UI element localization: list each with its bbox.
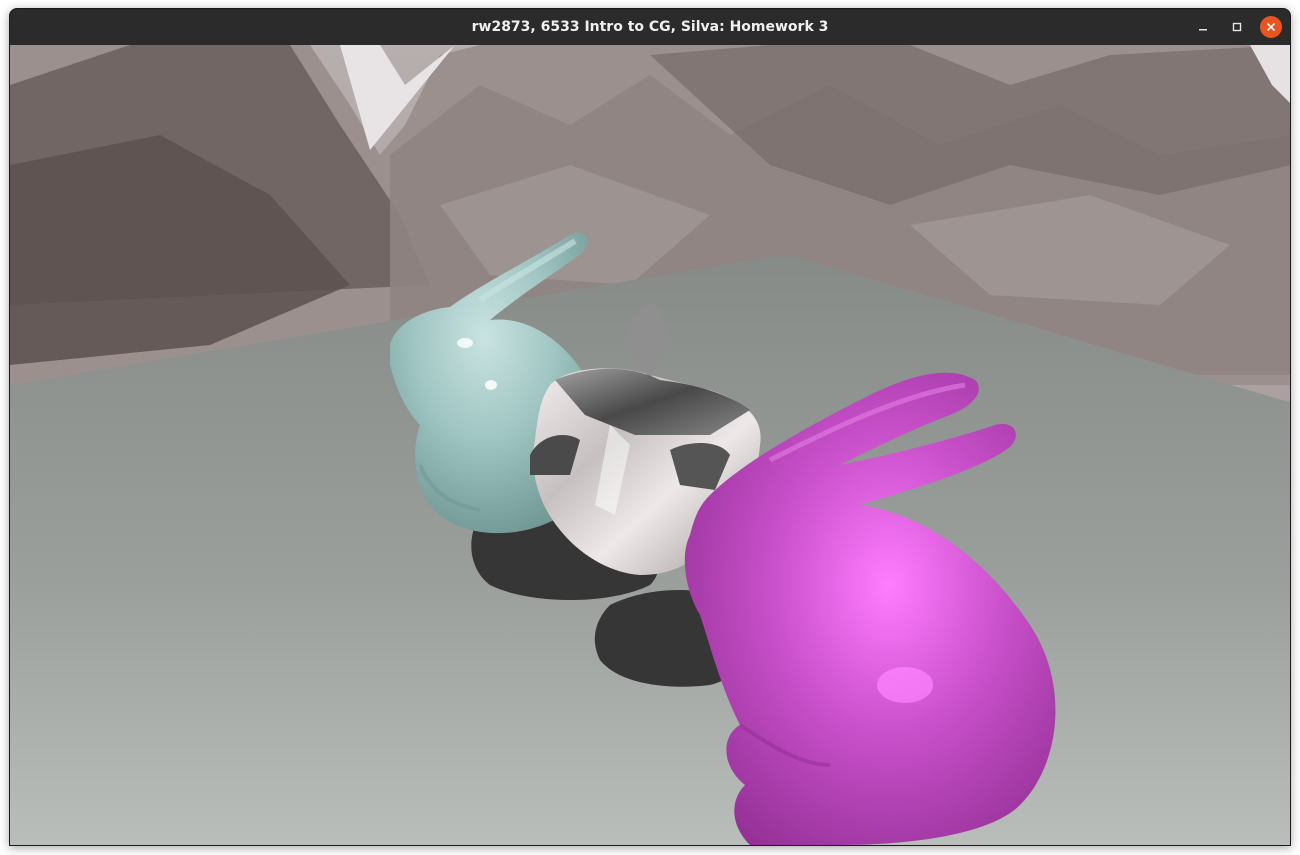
maximize-icon [1232,22,1242,32]
minimize-icon [1199,29,1207,31]
close-button[interactable] [1260,16,1282,38]
app-window: rw2873, 6533 Intro to CG, Silva: Homewor… [9,8,1291,846]
minimize-button[interactable] [1192,16,1214,38]
window-title: rw2873, 6533 Intro to CG, Silva: Homewor… [471,19,829,35]
window-controls [1192,9,1282,45]
render-viewport[interactable] [10,45,1290,845]
maximize-button[interactable] [1226,16,1248,38]
scene-canvas [10,45,1290,845]
title-bar[interactable]: rw2873, 6533 Intro to CG, Silva: Homewor… [10,9,1290,45]
close-icon [1267,23,1275,31]
